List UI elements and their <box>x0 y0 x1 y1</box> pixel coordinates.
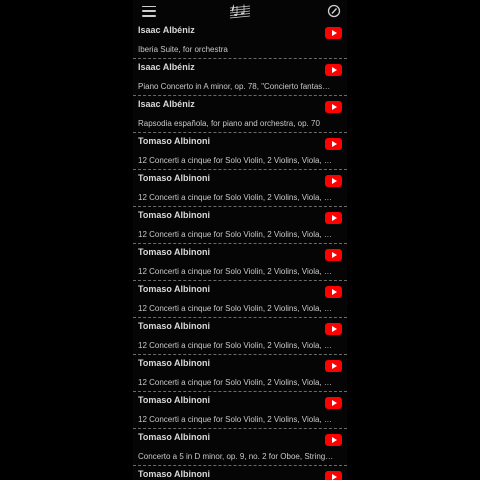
composer-name: Tomaso Albinoni <box>138 284 210 294</box>
list-item[interactable]: Tomaso Albinoni 12 Concerti a cinque for … <box>133 170 347 207</box>
list-item[interactable]: Tomaso Albinoni <box>133 466 347 480</box>
list-item[interactable]: Isaac Albéniz Rapsodia española, for pian… <box>133 96 347 133</box>
list-item[interactable]: Tomaso Albinoni 12 Concerti a cinque for … <box>133 133 347 170</box>
youtube-play-icon[interactable] <box>325 397 342 409</box>
composer-name: Tomaso Albinoni <box>138 321 210 331</box>
work-title: 12 Concerti a cinque for Solo Violin, 2 … <box>138 267 332 276</box>
composer-name: Isaac Albéniz <box>138 25 195 35</box>
composer-name: Tomaso Albinoni <box>138 136 210 146</box>
work-title: 12 Concerti a cinque for Solo Violin, 2 … <box>138 378 332 387</box>
list-item[interactable]: Tomaso Albinoni 12 Concerti a cinque for … <box>133 281 347 318</box>
work-title: 12 Concerti a cinque for Solo Violin, 2 … <box>138 230 332 239</box>
composer-name: Tomaso Albinoni <box>138 395 210 405</box>
work-title: Rapsodia española, for piano and orchest… <box>138 119 320 128</box>
youtube-play-icon[interactable] <box>325 323 342 335</box>
list-item[interactable]: Tomaso Albinoni 12 Concerti a cinque for … <box>133 392 347 429</box>
top-bar <box>133 0 347 22</box>
composer-name: Tomaso Albinoni <box>138 358 210 368</box>
composer-name: Tomaso Albinoni <box>138 210 210 220</box>
work-title: 12 Concerti a cinque for Solo Violin, 2 … <box>138 193 332 202</box>
youtube-play-icon[interactable] <box>325 212 342 224</box>
youtube-play-icon[interactable] <box>325 434 342 446</box>
list-item[interactable]: Isaac Albéniz Piano Concerto in A minor, … <box>133 59 347 96</box>
list-item[interactable]: Isaac Albéniz Iberia Suite, for orchestra <box>133 22 347 59</box>
music-staff-icon <box>229 4 251 19</box>
work-title: 12 Concerti a cinque for Solo Violin, 2 … <box>138 415 332 424</box>
youtube-play-icon[interactable] <box>325 175 342 187</box>
list-item[interactable]: Tomaso Albinoni 12 Concerti a cinque for … <box>133 207 347 244</box>
work-title: 12 Concerti a cinque for Solo Violin, 2 … <box>138 304 332 313</box>
composer-name: Tomaso Albinoni <box>138 432 210 442</box>
list-item[interactable]: Tomaso Albinoni 12 Concerti a cinque for … <box>133 318 347 355</box>
composer-name: Isaac Albéniz <box>138 99 195 109</box>
composition-list: Isaac Albéniz Iberia Suite, for orchestra… <box>133 22 347 480</box>
composer-name: Tomaso Albinoni <box>138 173 210 183</box>
work-title: 12 Concerti a cinque for Solo Violin, 2 … <box>138 156 332 165</box>
list-item[interactable]: Tomaso Albinoni 12 Concerti a cinque for … <box>133 355 347 392</box>
edit-circle-icon[interactable] <box>327 4 341 18</box>
composer-name: Isaac Albéniz <box>138 62 195 72</box>
work-title: Piano Concerto in A minor, op. 78, "Conc… <box>138 82 331 91</box>
work-title: 12 Concerti a cinque for Solo Violin, 2 … <box>138 341 332 350</box>
youtube-play-icon[interactable] <box>325 286 342 298</box>
youtube-play-icon[interactable] <box>325 101 342 113</box>
youtube-play-icon[interactable] <box>325 360 342 372</box>
youtube-play-icon[interactable] <box>325 249 342 261</box>
youtube-play-icon[interactable] <box>325 471 342 480</box>
work-title: Iberia Suite, for orchestra <box>138 45 228 54</box>
list-item[interactable]: Tomaso Albinoni 12 Concerti a cinque for … <box>133 244 347 281</box>
youtube-play-icon[interactable] <box>325 138 342 150</box>
work-title: Concerto a 5 in D minor, op. 9, no. 2 fo… <box>138 452 334 461</box>
youtube-play-icon[interactable] <box>325 27 342 39</box>
app-window: Isaac Albéniz Iberia Suite, for orchestra… <box>133 0 347 480</box>
youtube-play-icon[interactable] <box>325 64 342 76</box>
composer-name: Tomaso Albinoni <box>138 469 210 479</box>
hamburger-menu-icon[interactable] <box>142 5 156 17</box>
composer-name: Tomaso Albinoni <box>138 247 210 257</box>
list-item[interactable]: Tomaso Albinoni Concerto a 5 in D minor, … <box>133 429 347 466</box>
